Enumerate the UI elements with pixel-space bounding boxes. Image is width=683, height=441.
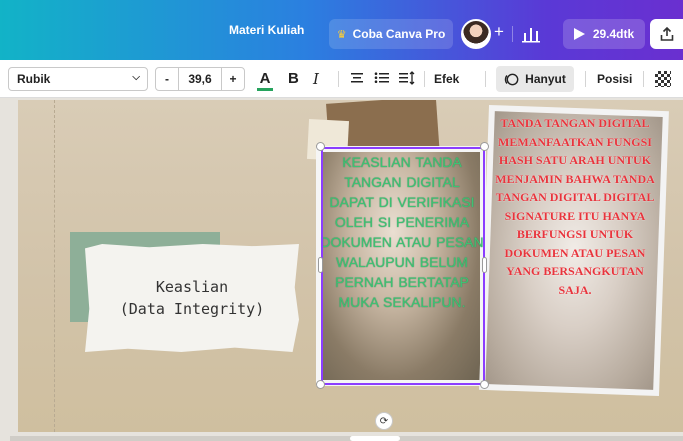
side-resize-handle[interactable] (318, 257, 323, 273)
spacing-button[interactable] (399, 71, 415, 89)
present-button[interactable]: 29.4dtk (563, 19, 645, 49)
hash-text-box[interactable]: TANDA TANGAN DIGITAL MEMANFAATKAN FUNGSI… (495, 114, 655, 384)
text-toolbar: Rubik ⌵ - 39,6 + A B I Efek Hanyut Posis… (0, 60, 683, 98)
effects-button[interactable]: Efek (434, 72, 459, 86)
present-duration: 29.4dtk (592, 27, 635, 41)
text-color-button[interactable]: A (257, 71, 273, 91)
text-color-swatch (257, 88, 273, 91)
user-avatar[interactable] (461, 19, 491, 49)
animate-label: Hanyut (525, 72, 566, 86)
side-resize-handle[interactable] (482, 257, 487, 273)
bold-button[interactable]: B (288, 71, 299, 87)
bar-chart-icon (522, 28, 540, 43)
font-size-stepper: - 39,6 + (155, 67, 245, 91)
animation-icon (504, 73, 519, 85)
share-button[interactable] (650, 19, 683, 49)
horizontal-scrollbar[interactable] (10, 436, 683, 441)
toolbar-divider (485, 71, 486, 87)
scrollbar-thumb[interactable] (350, 436, 400, 441)
line-spacing-icon (399, 71, 415, 85)
italic-button[interactable]: I (313, 71, 319, 87)
resize-handle[interactable] (316, 380, 325, 389)
list-icon (374, 72, 389, 83)
selection-outline (321, 147, 485, 385)
toolbar-divider (585, 71, 586, 87)
list-button[interactable] (374, 71, 389, 89)
try-pro-button[interactable]: ♛ Coba Canva Pro (329, 19, 453, 49)
canvas-area: Keaslian (Data Integrity) KEASLIAN TANDA… (0, 98, 683, 441)
document-title[interactable]: Materi Kuliah (229, 23, 304, 37)
resize-handle[interactable] (316, 142, 325, 151)
header-divider (512, 26, 513, 42)
editor-header: Materi Kuliah ♛ Coba Canva Pro + 29.4dtk (0, 0, 683, 60)
play-icon (573, 28, 585, 40)
toolbar-divider (424, 71, 425, 87)
toolbar-divider (338, 71, 339, 87)
transparency-icon[interactable] (655, 71, 671, 87)
title-note-text: Keaslian (Data Integrity) (119, 278, 265, 318)
chevron-down-icon: ⌵ (132, 72, 140, 83)
toolbar-divider (643, 71, 644, 87)
font-size-input[interactable]: 39,6 (178, 68, 222, 90)
text-color-icon: A (259, 70, 271, 87)
add-collaborator-button[interactable]: + (494, 22, 504, 42)
font-family-value: Rubik (17, 72, 51, 86)
insights-button[interactable] (520, 23, 542, 45)
resize-handle[interactable] (480, 142, 489, 151)
title-note[interactable]: Keaslian (Data Integrity) (85, 244, 299, 352)
font-family-select[interactable]: Rubik ⌵ (8, 67, 148, 91)
page-guide-line (54, 100, 55, 432)
align-center-icon (351, 73, 363, 83)
resize-handle[interactable] (480, 380, 489, 389)
try-pro-label: Coba Canva Pro (352, 27, 446, 41)
rotate-icon[interactable]: ⟳ (375, 412, 393, 430)
position-button[interactable]: Posisi (597, 72, 632, 86)
align-center-button[interactable] (350, 71, 364, 89)
decrease-size-button[interactable]: - (156, 72, 178, 86)
design-page[interactable]: Keaslian (Data Integrity) KEASLIAN TANDA… (18, 100, 683, 432)
upload-icon (660, 26, 673, 41)
animate-button[interactable]: Hanyut (496, 66, 574, 92)
increase-size-button[interactable]: + (222, 72, 244, 86)
crown-icon: ♛ (336, 28, 347, 41)
